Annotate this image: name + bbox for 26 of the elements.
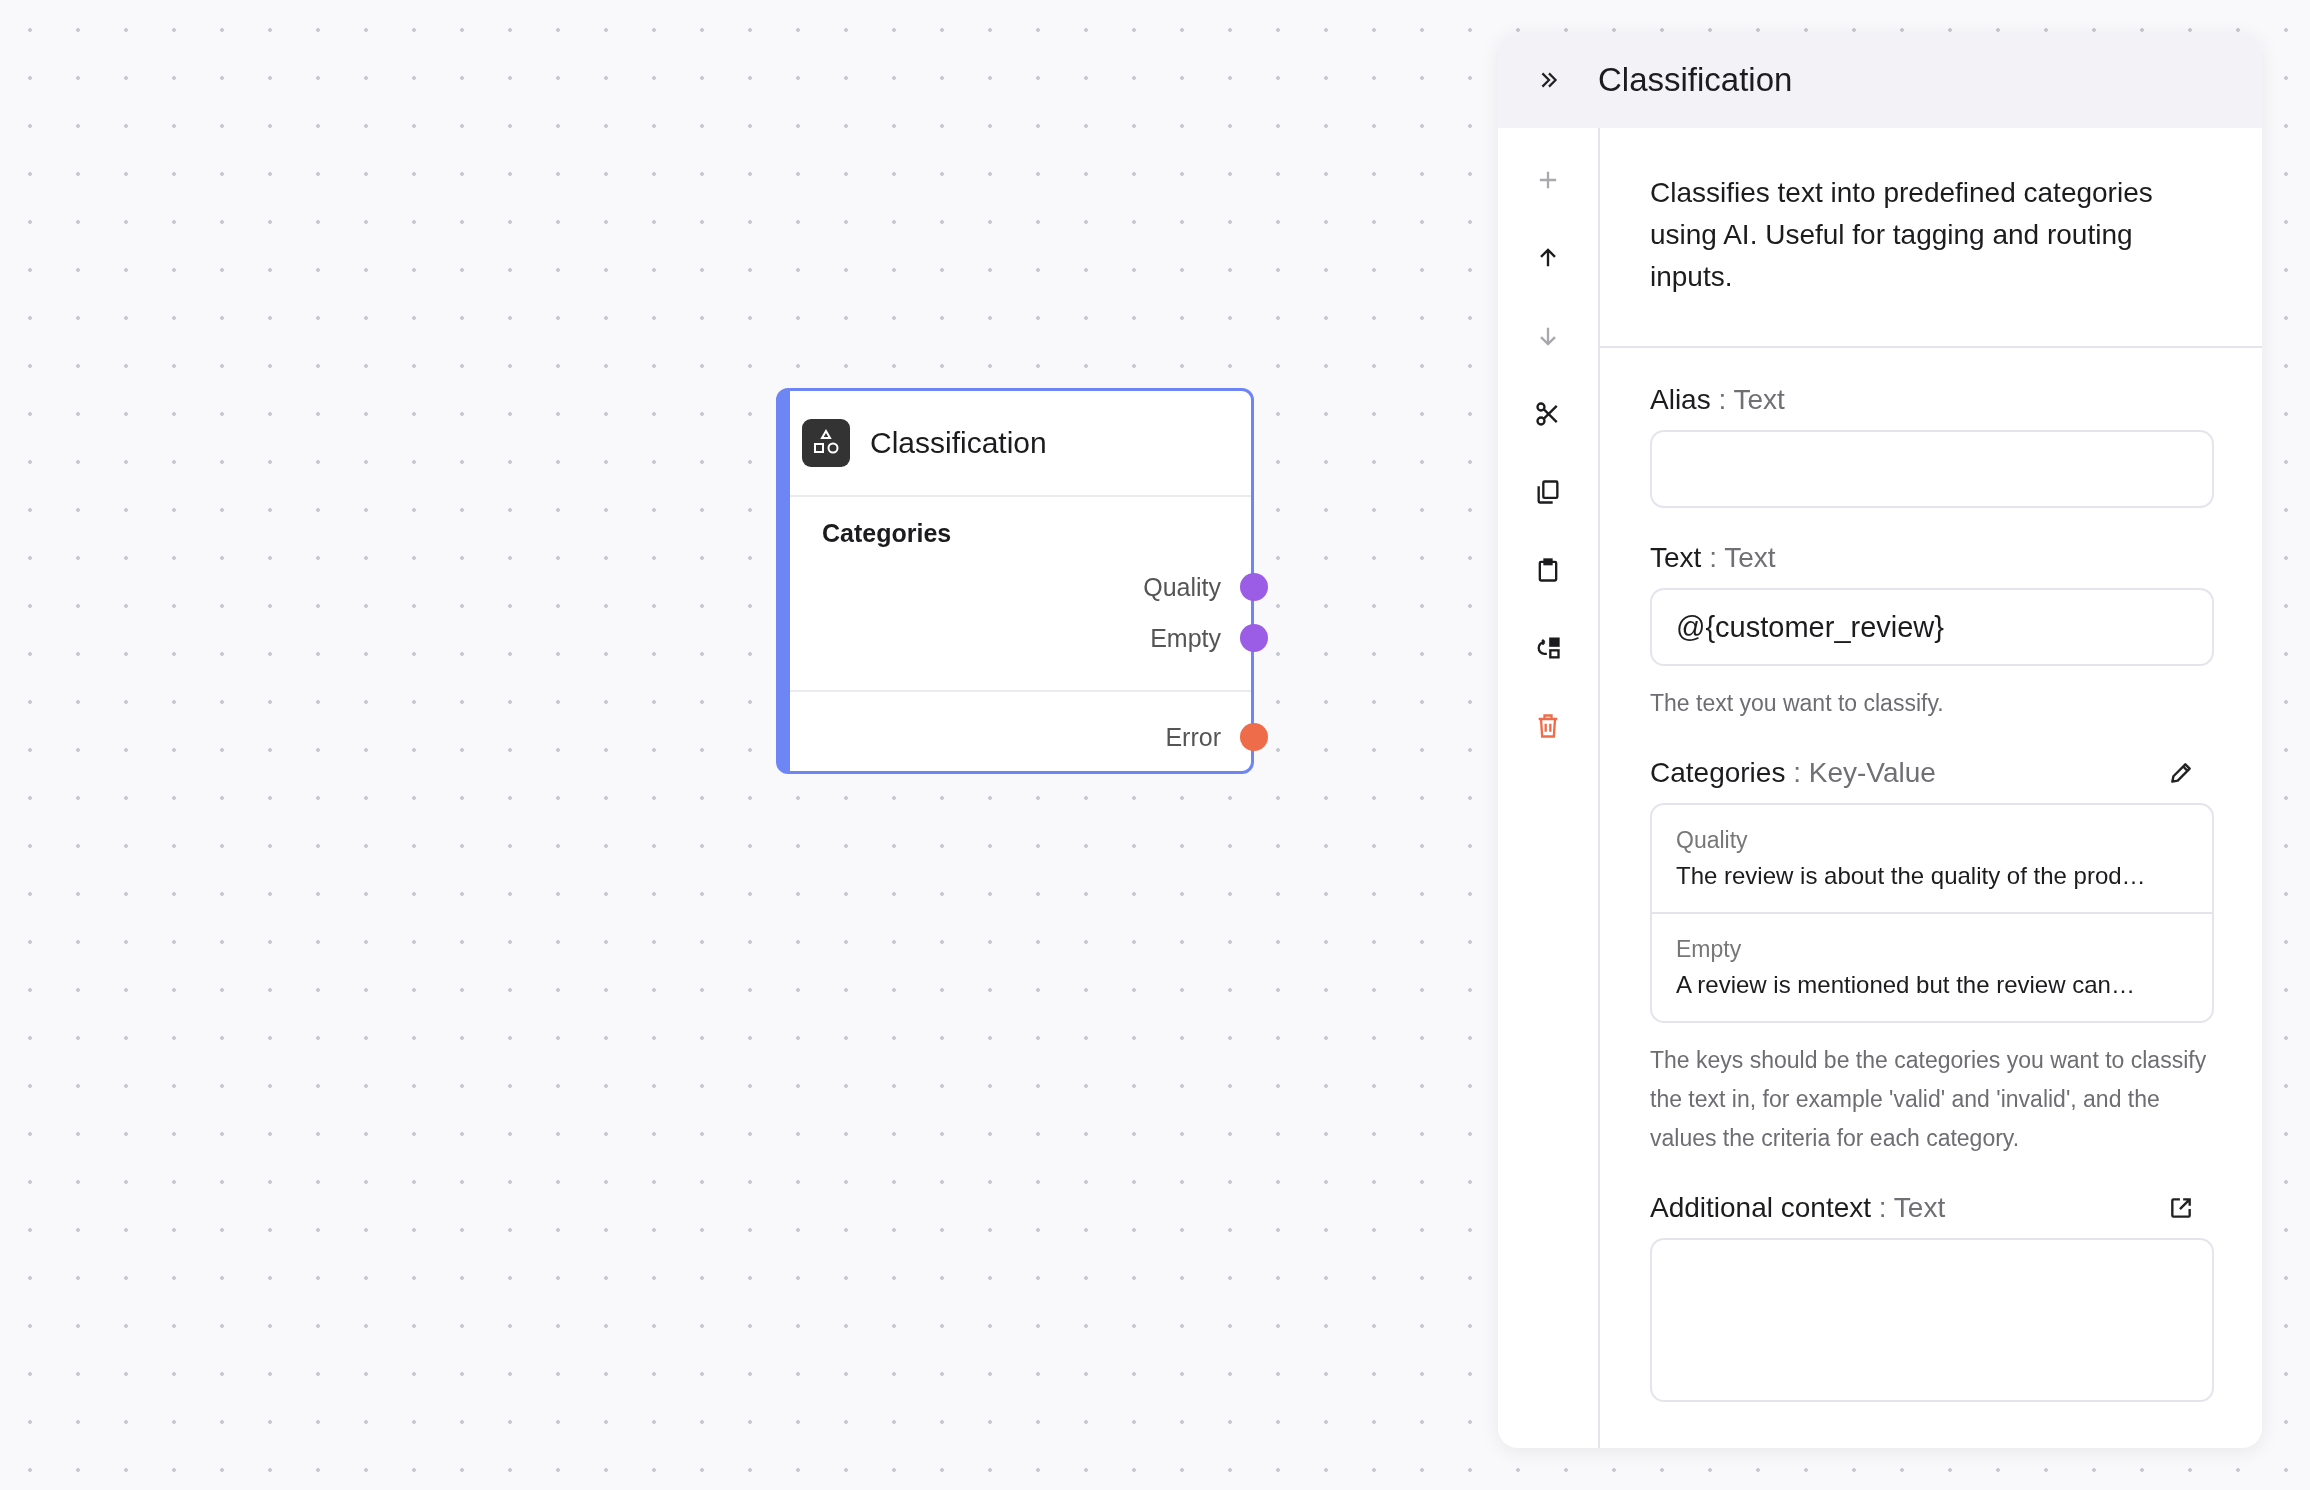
field-label: Text : Text [1650, 542, 1776, 574]
entry-key: Quality [1676, 827, 2188, 854]
external-link-icon[interactable] [2168, 1195, 2194, 1221]
shapes-icon [802, 419, 850, 467]
entry-value: A review is mentioned but the review can… [1676, 971, 2136, 999]
port-label: Quality [1143, 573, 1221, 602]
text-field[interactable]: @{customer_review} [1650, 588, 2214, 666]
text-field[interactable] [1650, 430, 2214, 508]
port-label: Empty [1150, 624, 1221, 653]
field-label: Categories : Key-Value [1650, 757, 1936, 789]
entry-key: Empty [1676, 936, 2188, 963]
pencil-icon[interactable] [2168, 760, 2194, 786]
field-label: Additional context : Text [1650, 1192, 1946, 1224]
error-port[interactable] [1240, 723, 1268, 751]
section-title: Categories [821, 519, 953, 548]
node-title: Classification [870, 426, 1047, 460]
panel-title: Classification [1598, 61, 1793, 99]
field-hint: The keys should be the categories you want to classify the text in, for example 'valid' and 'invalid', and the values the criteria for each category. [1650, 1046, 2208, 1153]
field-label: Alias : Text [1650, 384, 1785, 416]
output-port[interactable] [1240, 624, 1268, 652]
description: Classifies text into predefined categories using AI. Useful for tagging and routing inputs. [1650, 176, 2154, 294]
node-card[interactable] [776, 388, 1254, 774]
port-label: Error [1165, 723, 1221, 752]
output-port[interactable] [1240, 573, 1268, 601]
field-hint: The text you want to classify. [1650, 689, 1945, 718]
entry-value: The review is about the quality of the prod… [1676, 862, 2147, 890]
